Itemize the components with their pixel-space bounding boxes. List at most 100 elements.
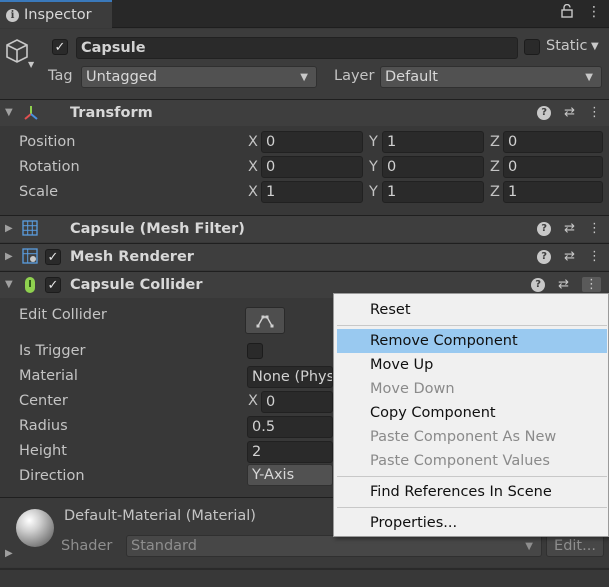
- tag-label: Tag: [48, 68, 73, 84]
- menu-item-paste-as-new: Paste Component As New: [370, 429, 557, 445]
- height-field[interactable]: 2: [247, 441, 333, 463]
- capsule-collider-icon: [24, 276, 36, 298]
- mesh-renderer-header[interactable]: ▶ ✓ Mesh Renderer ? ⇄ ⋮: [0, 243, 609, 270]
- icon-dropdown-arrow-icon[interactable]: ▼: [28, 60, 34, 69]
- foldout-collapsed-icon[interactable]: ▶: [5, 548, 13, 559]
- shader-dropdown[interactable]: Standard ▼: [126, 535, 542, 557]
- position-y-field[interactable]: 1: [382, 131, 484, 153]
- tag-dropdown[interactable]: Untagged ▼: [81, 66, 317, 88]
- menu-item-properties[interactable]: Properties...: [334, 511, 608, 535]
- axis-x-label[interactable]: X: [248, 393, 258, 409]
- capsule-collider-header-icons: ? ⇄ ⋮: [531, 277, 601, 292]
- transform-header-icons: ? ⇄ ⋮: [537, 105, 601, 120]
- direction-value: Y-Axis: [252, 467, 295, 483]
- capsule-collider-enabled-checkbox[interactable]: ✓: [45, 277, 61, 293]
- is-trigger-label: Is Trigger: [19, 343, 86, 359]
- direction-dropdown[interactable]: Y-Axis: [247, 464, 333, 486]
- static-label: Static: [546, 38, 588, 54]
- component-context-menu: Reset Remove Component Move Up Move Down…: [333, 293, 609, 537]
- mesh-renderer-header-icons: ? ⇄ ⋮: [537, 249, 601, 264]
- menu-item-move-up[interactable]: Move Up: [334, 353, 608, 377]
- kebab-menu-icon[interactable]: ⋮: [588, 105, 601, 120]
- edit-shape-icon: [256, 315, 274, 327]
- mesh-renderer-icon: [22, 248, 38, 268]
- scale-x-field[interactable]: 1: [261, 181, 363, 203]
- axis-y-label[interactable]: Y: [369, 184, 378, 200]
- material-label: Material: [19, 368, 78, 384]
- transform-axes-icon: [22, 104, 40, 126]
- layer-dropdown[interactable]: Default ▼: [380, 66, 602, 88]
- foldout-collapsed-icon[interactable]: ▶: [5, 251, 13, 262]
- scale-y-field[interactable]: 1: [382, 181, 484, 203]
- scale-label: Scale: [19, 184, 59, 200]
- material-name: Default-Material (Material): [64, 508, 256, 524]
- edit-collider-button[interactable]: [245, 307, 285, 334]
- kebab-menu-icon[interactable]: ⋮: [582, 277, 601, 292]
- axis-x-label[interactable]: X: [248, 159, 258, 175]
- mesh-renderer-title: Mesh Renderer: [70, 249, 194, 265]
- mesh-filter-header[interactable]: ▶ Capsule (Mesh Filter) ? ⇄ ⋮: [0, 215, 609, 242]
- kebab-menu-icon[interactable]: ⋮: [587, 4, 601, 22]
- menu-item-find-references[interactable]: Find References In Scene: [334, 480, 608, 504]
- center-x-field[interactable]: 0: [261, 391, 333, 413]
- axis-y-label[interactable]: Y: [369, 159, 378, 175]
- radius-field[interactable]: 0.5: [247, 416, 333, 438]
- presets-icon[interactable]: ⇄: [564, 249, 575, 264]
- info-icon: i: [6, 8, 19, 22]
- presets-icon[interactable]: ⇄: [558, 277, 569, 292]
- chevron-down-icon: ▼: [300, 71, 308, 83]
- radius-label: Radius: [19, 418, 68, 434]
- active-checkbox[interactable]: ✓: [52, 39, 68, 55]
- help-icon[interactable]: ?: [537, 105, 552, 120]
- kebab-menu-icon[interactable]: ⋮: [588, 221, 601, 236]
- object-header: ▼ ✓ Capsule Static ▼ Tag Untagged ▼ Laye…: [0, 29, 609, 99]
- foldout-collapsed-icon[interactable]: ▶: [5, 223, 13, 234]
- foldout-expanded-icon[interactable]: ▼: [5, 279, 13, 290]
- position-z-field[interactable]: 0: [503, 131, 603, 153]
- transform-body: Position X 0 Y 1 Z 0 Rotation X 0 Y 0 Z …: [0, 126, 609, 214]
- position-x-field[interactable]: 0: [261, 131, 363, 153]
- rotation-x-field[interactable]: 0: [261, 156, 363, 178]
- menu-item-paste-values: Paste Component Values: [370, 453, 550, 469]
- menu-item-reset[interactable]: Reset: [334, 298, 608, 322]
- tag-value: Untagged: [86, 69, 157, 85]
- foldout-expanded-icon[interactable]: ▼: [5, 107, 13, 118]
- axis-x-label[interactable]: X: [248, 184, 258, 200]
- material-field[interactable]: None (Phys: [247, 366, 333, 388]
- scale-z-field[interactable]: 1: [503, 181, 603, 203]
- direction-label: Direction: [19, 468, 85, 484]
- presets-icon[interactable]: ⇄: [564, 221, 575, 236]
- rotation-z-field[interactable]: 0: [503, 156, 603, 178]
- static-dropdown-icon[interactable]: ▼: [591, 41, 599, 52]
- axis-z-label[interactable]: Z: [490, 184, 500, 200]
- position-label: Position: [19, 134, 76, 150]
- capsule-collider-title: Capsule Collider: [70, 277, 203, 293]
- shader-edit-button[interactable]: Edit...: [546, 535, 604, 557]
- material-sphere-icon: [16, 509, 54, 547]
- help-icon[interactable]: ?: [537, 249, 552, 264]
- bottom-divider: [0, 568, 609, 570]
- is-trigger-checkbox[interactable]: [247, 343, 263, 359]
- help-icon[interactable]: ?: [531, 277, 546, 292]
- help-icon[interactable]: ?: [537, 221, 552, 236]
- axis-y-label[interactable]: Y: [369, 134, 378, 150]
- inspector-tab-bar: i Inspector ⋮: [0, 0, 609, 28]
- menu-item-remove-component[interactable]: Remove Component: [337, 329, 607, 353]
- tab-inspector[interactable]: i Inspector: [0, 0, 112, 28]
- layer-value: Default: [385, 69, 438, 85]
- presets-icon[interactable]: ⇄: [564, 105, 575, 120]
- height-label: Height: [19, 443, 67, 459]
- menu-item-copy-component[interactable]: Copy Component: [334, 401, 608, 425]
- rotation-y-field[interactable]: 0: [382, 156, 484, 178]
- mesh-renderer-enabled-checkbox[interactable]: ✓: [45, 249, 61, 265]
- axis-x-label[interactable]: X: [248, 134, 258, 150]
- chevron-down-icon: ▼: [585, 71, 593, 83]
- static-checkbox[interactable]: [524, 39, 540, 55]
- axis-z-label[interactable]: Z: [490, 134, 500, 150]
- axis-z-label[interactable]: Z: [490, 159, 500, 175]
- lock-icon[interactable]: [561, 3, 573, 22]
- menu-separator: [337, 507, 607, 508]
- object-name-field[interactable]: Capsule: [76, 37, 518, 59]
- kebab-menu-icon[interactable]: ⋮: [588, 249, 601, 264]
- transform-header[interactable]: ▼ Transform ? ⇄ ⋮: [0, 99, 609, 126]
